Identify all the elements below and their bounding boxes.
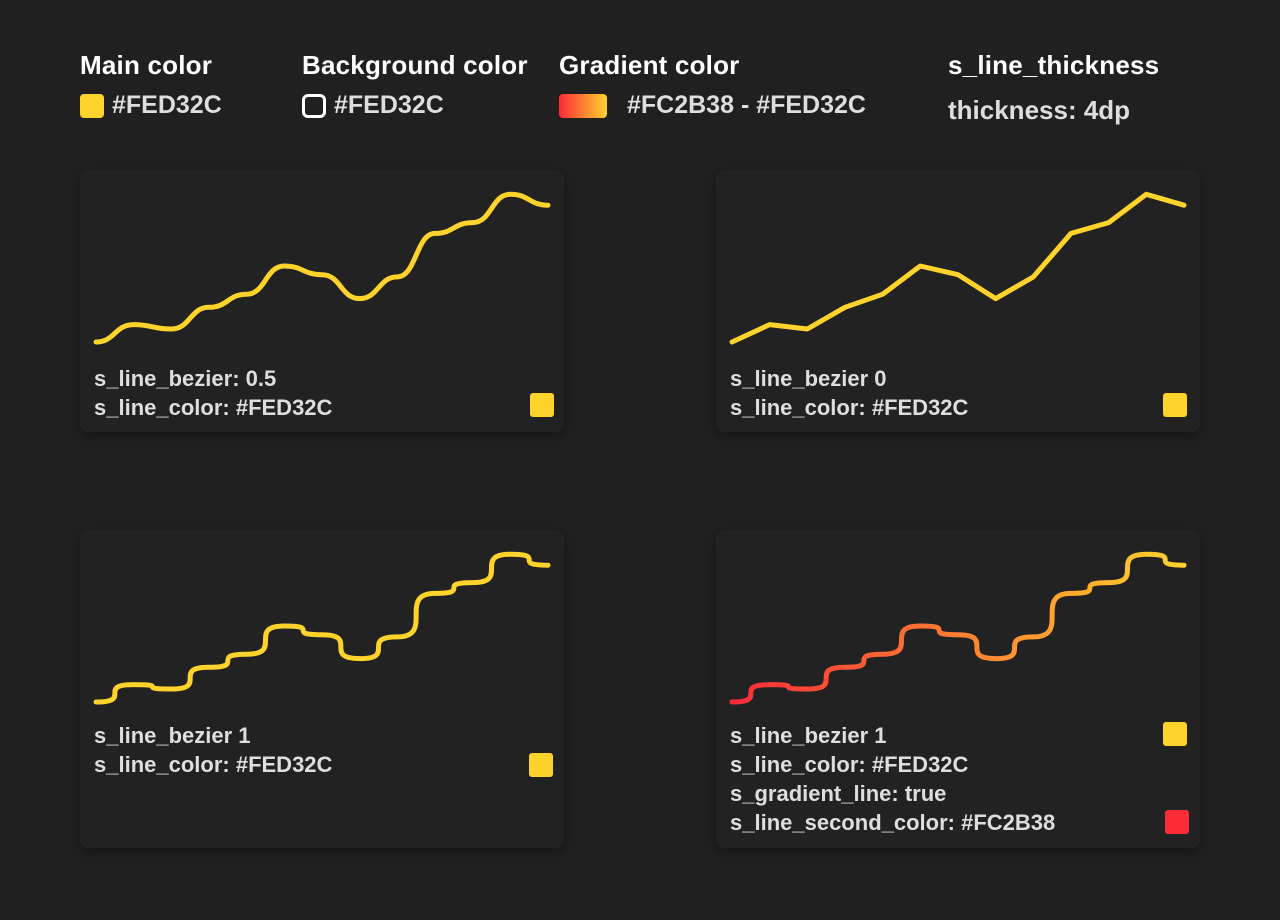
chart-2-line-color-chip: [1163, 393, 1187, 417]
chart-2-label-color: s_line_color: #FED32C: [730, 395, 969, 420]
gradient-color-value: #FC2B38 - #FED32C: [627, 91, 866, 119]
chart-card-bezier-05: s_line_bezier: 0.5 s_line_color: #FED32C: [80, 170, 564, 432]
legend-thickness-title: s_line_thickness: [948, 50, 1160, 80]
chart-3-series-line: [93, 551, 551, 705]
legend-main-row: #FED32C: [80, 91, 222, 120]
legend-background-title: Background color: [302, 50, 528, 80]
chart-card-bezier-0: s_line_bezier 0 s_line_color: #FED32C: [716, 170, 1200, 432]
legend-main-title: Main color: [80, 50, 213, 80]
legend-main-color: Main color #FED32C: [80, 50, 222, 120]
chart-card-bezier-1: s_line_bezier 1 s_line_color: #FED32C: [80, 530, 564, 848]
main-color-swatch: [80, 93, 104, 118]
chart-3-svg: [93, 551, 551, 705]
legend-background-row: #FED32C: [302, 91, 528, 120]
chart-4-label-gradient: s_gradient_line: true: [730, 781, 947, 806]
chart-card-gradient: s_line_bezier 1 s_line_color: #FED32C s_…: [716, 530, 1200, 848]
legend-thickness-value: thickness: 4dp: [948, 95, 1131, 125]
chart-4-label-color: s_line_color: #FED32C: [730, 752, 969, 777]
chart-2-series-line: [729, 191, 1187, 345]
chart-1-line-color-chip: [530, 393, 554, 417]
legend-gradient-row: #FC2B38 - #FED32C: [559, 91, 866, 120]
legend-gradient-title: Gradient color: [559, 50, 740, 80]
chart-4-second-color-chip: [1165, 810, 1189, 834]
chart-2-label-bezier: s_line_bezier 0: [730, 366, 887, 391]
chart-3-label-bezier: s_line_bezier 1: [94, 723, 251, 748]
chart-3-line-color-chip: [529, 753, 553, 777]
chart-4-series-line: [729, 551, 1187, 705]
chart-1-svg: [93, 191, 551, 345]
chart-2-svg: [729, 191, 1187, 345]
chart-3-label-color: s_line_color: #FED32C: [94, 752, 333, 777]
chart-1-series-line: [93, 191, 551, 345]
legend-gradient-color: Gradient color #FC2B38 - #FED32C: [559, 50, 866, 120]
main-color-value: #FED32C: [112, 91, 222, 119]
chart-4-label-second-color: s_line_second_color: #FC2B38: [730, 810, 1056, 835]
background-color-swatch: [302, 93, 326, 118]
legend-line-thickness: s_line_thickness thickness: 4dp: [948, 50, 1159, 126]
chart-1-label-color: s_line_color: #FED32C: [94, 395, 333, 420]
background-color-value: #FED32C: [334, 91, 444, 119]
chart-4-line-color-chip: [1163, 722, 1187, 746]
chart-4-label-bezier: s_line_bezier 1: [730, 723, 887, 748]
chart-1-label-bezier: s_line_bezier: 0.5: [94, 366, 277, 391]
gradient-color-swatch: [559, 93, 607, 118]
legend-background-color: Background color #FED32C: [302, 50, 528, 120]
